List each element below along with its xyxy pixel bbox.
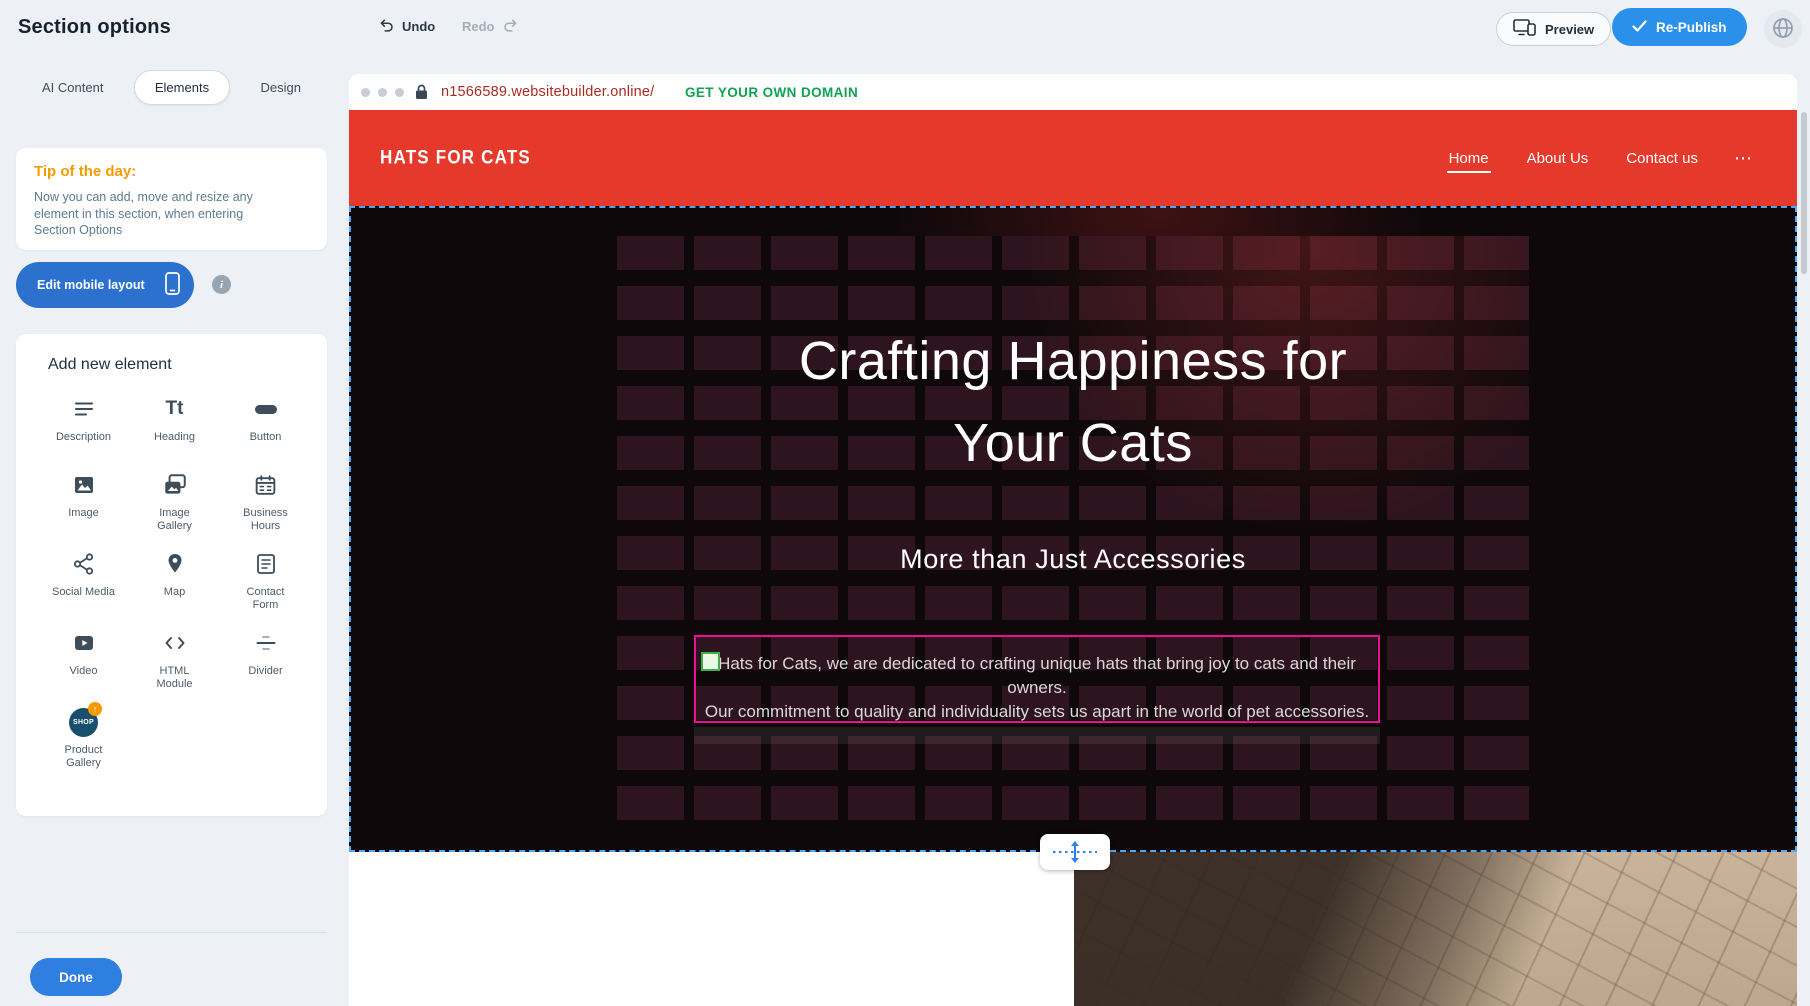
mobile-layout-row: Edit mobile layout i [16, 262, 327, 308]
site-logo: HATS FOR CATS [380, 147, 531, 169]
text-element-shadow [694, 727, 1380, 744]
contact-form-icon [251, 549, 281, 579]
html-code-icon [160, 628, 190, 658]
undo-icon [378, 16, 395, 36]
tab-elements[interactable]: Elements [134, 70, 230, 105]
done-button[interactable]: Done [30, 958, 122, 996]
selected-text-element[interactable]: Hats for Cats, we are dedicated to craft… [694, 635, 1380, 723]
edit-mobile-layout-button[interactable]: Edit mobile layout [16, 262, 194, 308]
hero-body-text: Hats for Cats, we are dedicated to craft… [696, 652, 1378, 724]
info-button[interactable]: i [212, 275, 231, 294]
divider-icon [251, 628, 281, 658]
element-item-image-gallery[interactable]: Image Gallery [129, 470, 220, 533]
tip-title: Tip of the day: [34, 163, 309, 180]
redo-label: Redo [462, 19, 495, 34]
get-domain-link[interactable]: GET YOUR OWN DOMAIN [685, 85, 858, 100]
product-gallery-shop-icon: SHOP ↑ [69, 707, 99, 737]
add-element-title: Add new element [48, 356, 327, 374]
button-icon [251, 394, 281, 424]
topbar: Section options Undo Redo Preview Re-Pub… [0, 0, 1810, 58]
devices-icon [1513, 19, 1536, 39]
republish-label: Re-Publish [1656, 20, 1727, 35]
element-item-description[interactable]: Description [38, 394, 129, 454]
description-icon [69, 394, 99, 424]
element-resize-handle[interactable] [701, 652, 720, 671]
sidebar-divider [16, 932, 327, 933]
element-item-divider[interactable]: Divider [220, 628, 311, 691]
republish-button[interactable]: Re-Publish [1612, 8, 1747, 46]
site-header: HATS FOR CATS Home About Us Contact us ⋯ [349, 110, 1797, 206]
add-element-panel: Add new element Description Tt Heading [16, 334, 327, 816]
redo-icon [502, 16, 519, 36]
element-item-button[interactable]: Button [220, 394, 311, 454]
element-item-video[interactable]: Video [38, 628, 129, 691]
edit-mobile-label: Edit mobile layout [37, 278, 145, 292]
video-icon [69, 628, 99, 658]
tab-ai-content[interactable]: AI Content [38, 71, 107, 104]
site-nav: Home About Us Contact us ⋯ [1447, 110, 1753, 206]
tab-design[interactable]: Design [257, 71, 305, 104]
globe-icon [1771, 16, 1795, 43]
nav-more-menu[interactable]: ⋯ [1734, 148, 1753, 169]
element-item-business-hours[interactable]: Business Hours [220, 470, 311, 533]
map-pin-icon [160, 549, 190, 579]
check-icon [1632, 20, 1647, 35]
element-item-heading[interactable]: Tt Heading [129, 394, 220, 454]
business-hours-icon [251, 470, 281, 500]
nav-home[interactable]: Home [1447, 144, 1491, 173]
page-title: Section options [18, 16, 171, 39]
undo-label: Undo [402, 19, 435, 34]
social-media-icon [69, 549, 99, 579]
redo-button[interactable]: Redo [462, 16, 519, 36]
website-builder-app: Section options Undo Redo Preview Re-Pub… [0, 0, 1810, 1006]
page-scrollbar-thumb[interactable] [1801, 112, 1807, 274]
upgrade-badge-icon: ↑ [88, 702, 102, 716]
language-globe-button[interactable] [1764, 10, 1802, 48]
preview-button[interactable]: Preview [1496, 12, 1611, 46]
lock-icon [415, 84, 428, 105]
next-section-spacer [349, 852, 1074, 1006]
nav-about-us[interactable]: About Us [1525, 144, 1591, 173]
hero-title[interactable]: Crafting Happiness for Your Cats [349, 320, 1797, 484]
element-item-map[interactable]: Map [129, 549, 220, 612]
site-url: n1566589.websitebuilder.online/ [441, 84, 654, 100]
sidebar-tabs: AI Content Elements Design [16, 68, 327, 106]
hero-section[interactable]: Crafting Happiness for Your Cats More th… [349, 206, 1797, 852]
tip-body: Now you can add, move and resize any ele… [34, 189, 286, 239]
browser-bar: n1566589.websitebuilder.online/ GET YOUR… [349, 74, 1797, 110]
element-item-product-gallery[interactable]: SHOP ↑ Product Gallery [38, 707, 129, 770]
image-icon [69, 470, 99, 500]
next-section-image[interactable] [1074, 852, 1797, 1006]
element-item-html-module[interactable]: HTML Module [129, 628, 220, 691]
window-dots [361, 88, 404, 97]
phone-icon [165, 272, 180, 298]
element-grid: Description Tt Heading Button Ima [38, 394, 311, 770]
section-height-resize-handle[interactable] [1040, 834, 1110, 870]
element-item-contact-form[interactable]: Contact Form [220, 549, 311, 612]
element-item-image[interactable]: Image [38, 470, 129, 533]
hero-subtitle[interactable]: More than Just Accessories [349, 544, 1797, 575]
undo-button[interactable]: Undo [378, 16, 435, 36]
tip-of-the-day-card: Tip of the day: Now you can add, move an… [16, 148, 327, 250]
preview-label: Preview [1545, 22, 1594, 37]
image-gallery-icon [160, 470, 190, 500]
element-item-social-media[interactable]: Social Media [38, 549, 129, 612]
heading-icon: Tt [160, 394, 190, 424]
nav-contact-us[interactable]: Contact us [1624, 144, 1700, 173]
